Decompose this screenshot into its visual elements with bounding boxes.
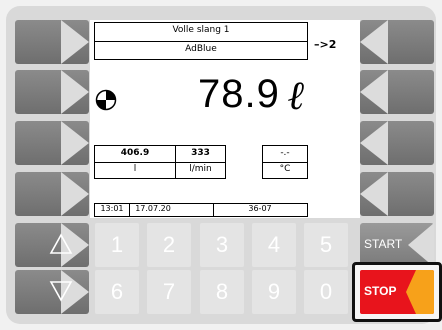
volume-value: 78.9 — [198, 72, 280, 116]
keypad-key-5[interactable]: 5 — [304, 223, 348, 267]
keypad-key-8[interactable]: 8 — [200, 270, 244, 314]
left-softkey-2[interactable] — [15, 70, 89, 114]
display-screen: Volle slang 1 AdBlue –>2 78.9 ℓ 406.9 33… — [90, 20, 360, 218]
right-softkey-1[interactable] — [360, 20, 434, 64]
keypad-key-9[interactable]: 9 — [252, 270, 296, 314]
keypad-key-2[interactable]: 2 — [147, 223, 191, 267]
chevron-right-icon — [61, 121, 89, 165]
product-label: AdBlue — [185, 44, 217, 54]
chevron-left-icon — [360, 121, 388, 165]
keypad-key-0[interactable]: 0 — [304, 270, 348, 314]
chevron-left-icon — [360, 20, 388, 64]
up-arrow-key[interactable] — [15, 223, 89, 267]
chevron-right-icon — [61, 70, 89, 114]
status-time: 13:01 — [100, 204, 124, 213]
next-hose-indicator: –>2 — [314, 38, 337, 51]
product-header: Volle slang 1 AdBlue — [94, 22, 308, 60]
start-button[interactable]: START — [360, 223, 434, 267]
left-softkey-1[interactable] — [15, 20, 89, 64]
total-volume: 406.9 — [120, 148, 150, 158]
stop-label: STOP — [364, 284, 397, 298]
right-softkey-2[interactable] — [360, 70, 434, 114]
start-label: START — [364, 237, 403, 251]
meter-icon — [95, 89, 117, 111]
chevron-right-icon — [61, 20, 89, 64]
chevron-right-icon — [61, 172, 89, 216]
right-softkey-3[interactable] — [360, 121, 434, 165]
stop-button[interactable]: STOP — [360, 270, 434, 314]
hose-label: Volle slang 1 — [172, 25, 230, 35]
header-divider — [95, 41, 307, 42]
status-divider — [129, 204, 130, 216]
keypad-key-7[interactable]: 7 — [147, 270, 191, 314]
down-arrow-key[interactable] — [15, 270, 89, 314]
temperature-unit: °C — [279, 164, 291, 174]
chevron-left-icon — [360, 70, 388, 114]
chevron-left-icon — [406, 270, 434, 314]
volume-unit: ℓ — [288, 72, 306, 119]
keypad-key-3[interactable]: 3 — [200, 223, 244, 267]
keypad-key-1[interactable]: 1 — [95, 223, 139, 267]
left-softkey-3[interactable] — [15, 121, 89, 165]
status-code: 36-07 — [248, 204, 272, 213]
right-softkey-4[interactable] — [360, 172, 434, 216]
device-frame: Volle slang 1 AdBlue –>2 78.9 ℓ 406.9 33… — [0, 0, 442, 330]
triangle-up-icon — [49, 233, 73, 254]
table-row-divider — [95, 162, 225, 163]
temperature-box: -.- °C — [262, 145, 308, 179]
chevron-left-icon — [360, 172, 388, 216]
status-divider — [213, 204, 214, 216]
temp-divider — [263, 162, 307, 163]
flow-rate: 333 — [191, 148, 210, 158]
totals-table: 406.9 333 l l/min — [94, 145, 226, 179]
triangle-down-icon — [49, 281, 73, 302]
chevron-left-icon — [408, 223, 434, 267]
temperature-value: -.- — [280, 148, 290, 158]
left-softkey-4[interactable] — [15, 172, 89, 216]
keypad-key-4[interactable]: 4 — [252, 223, 296, 267]
status-date: 17.07.20 — [135, 204, 171, 213]
keypad-key-6[interactable]: 6 — [95, 270, 139, 314]
flow-rate-unit: l/min — [189, 164, 212, 174]
status-bar: 13:01 17.07.20 36-07 — [94, 203, 308, 217]
total-volume-unit: l — [133, 164, 137, 174]
